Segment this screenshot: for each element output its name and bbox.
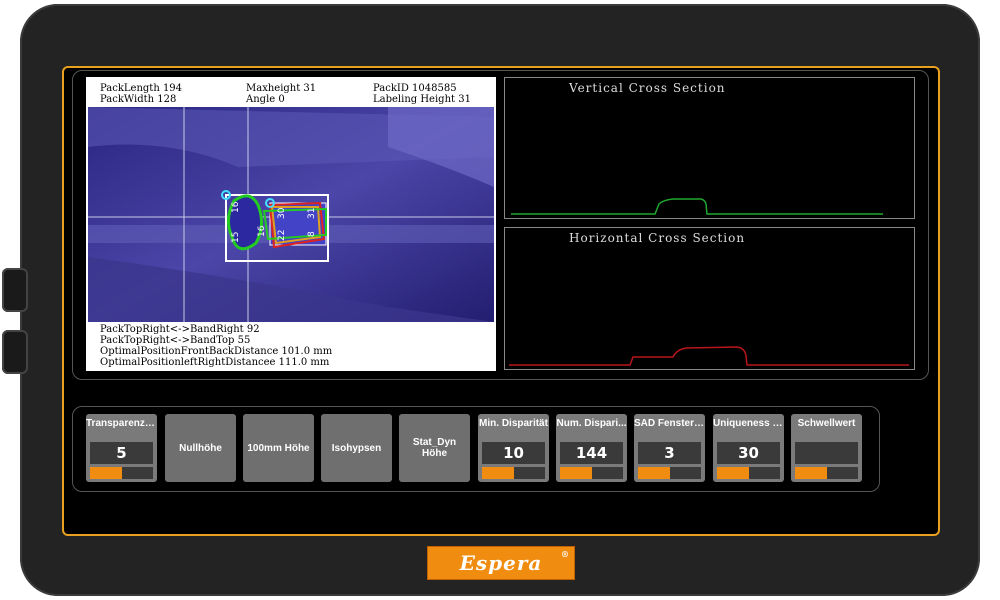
horizontal-cross-section: Horizontal Cross Section bbox=[504, 227, 915, 370]
max-height: Maxheight 31 bbox=[246, 83, 317, 94]
contour-label: 16 bbox=[231, 201, 241, 213]
camera-image: 16 15 16 30 22 31 8 bbox=[88, 107, 494, 322]
threshold-control[interactable]: Schwellwert bbox=[791, 414, 862, 482]
level-slider[interactable] bbox=[90, 467, 153, 479]
contour-label: 22 bbox=[277, 230, 287, 241]
front-back-distance: OptimalPositionFrontBackDistance 101.0 m… bbox=[100, 346, 333, 357]
band-right-distance: PackTopRight<->BandRight 92 bbox=[100, 324, 260, 335]
uniqueness-control[interactable]: Uniqueness R... 30 bbox=[713, 414, 784, 482]
100mm-height-button[interactable]: 100mm Höhe bbox=[243, 414, 314, 482]
side-knob bbox=[2, 268, 28, 312]
level-slider[interactable] bbox=[795, 467, 858, 479]
min-disparity-control[interactable]: Min. Disparität 10 bbox=[478, 414, 549, 482]
camera-view: PackLength 194 Maxheight 31 PackID 10485… bbox=[86, 77, 496, 371]
transparency-control[interactable]: Transparenzh... 5 bbox=[86, 414, 157, 482]
zero-height-button[interactable]: Nullhöhe bbox=[165, 414, 236, 482]
vertical-profile-line bbox=[511, 198, 883, 215]
sad-window-control[interactable]: SAD Fensterg... 3 bbox=[634, 414, 705, 482]
brand-logo: Espera ® bbox=[427, 546, 575, 580]
side-knob bbox=[2, 330, 28, 374]
horizontal-profile-line bbox=[509, 346, 909, 366]
registered-mark: ® bbox=[561, 549, 570, 559]
level-slider[interactable] bbox=[717, 467, 780, 479]
control-value: 30 bbox=[738, 444, 759, 462]
level-slider[interactable] bbox=[482, 467, 545, 479]
contour-label: 8 bbox=[307, 231, 317, 237]
control-value: 3 bbox=[664, 444, 675, 462]
labeling-height: Labeling Height 31 bbox=[373, 94, 471, 105]
pack-width: PackWidth 128 bbox=[100, 94, 177, 105]
control-label: Schwellwert bbox=[797, 418, 856, 429]
vertical-cross-section: Vertical Cross Section bbox=[504, 77, 915, 219]
contour-label: 15 bbox=[231, 232, 241, 243]
control-value: 10 bbox=[503, 444, 524, 462]
brand-logo-text: Espera bbox=[459, 551, 543, 575]
angle: Angle 0 bbox=[246, 94, 285, 105]
control-value: 5 bbox=[116, 444, 127, 462]
control-label: Min. Disparität bbox=[479, 418, 548, 429]
control-label: SAD Fensterg... bbox=[634, 418, 705, 429]
pack-id: PackID 1048585 bbox=[373, 83, 457, 94]
pack-length: PackLength 194 bbox=[100, 83, 183, 94]
isohypses-button[interactable]: Isohypsen bbox=[321, 414, 392, 482]
control-label: Uniqueness R... bbox=[713, 418, 784, 429]
contour-label: 16 bbox=[257, 225, 267, 237]
control-label: Transparenzh... bbox=[86, 418, 157, 429]
contour-label: 30 bbox=[277, 207, 287, 219]
control-value: 144 bbox=[575, 444, 608, 462]
left-right-distance: OptimalPositionleftRightDistancee 111.0 … bbox=[100, 357, 330, 368]
stat-dyn-height-button[interactable]: Stat_Dyn Höhe bbox=[399, 414, 470, 482]
level-slider[interactable] bbox=[560, 467, 623, 479]
level-slider[interactable] bbox=[638, 467, 701, 479]
band-top-distance: PackTopRight<->BandTop 55 bbox=[100, 335, 251, 346]
control-label: Num. Dispari... bbox=[556, 418, 627, 429]
contour-label: 31 bbox=[307, 208, 317, 219]
num-disparities-control[interactable]: Num. Dispari... 144 bbox=[556, 414, 627, 482]
